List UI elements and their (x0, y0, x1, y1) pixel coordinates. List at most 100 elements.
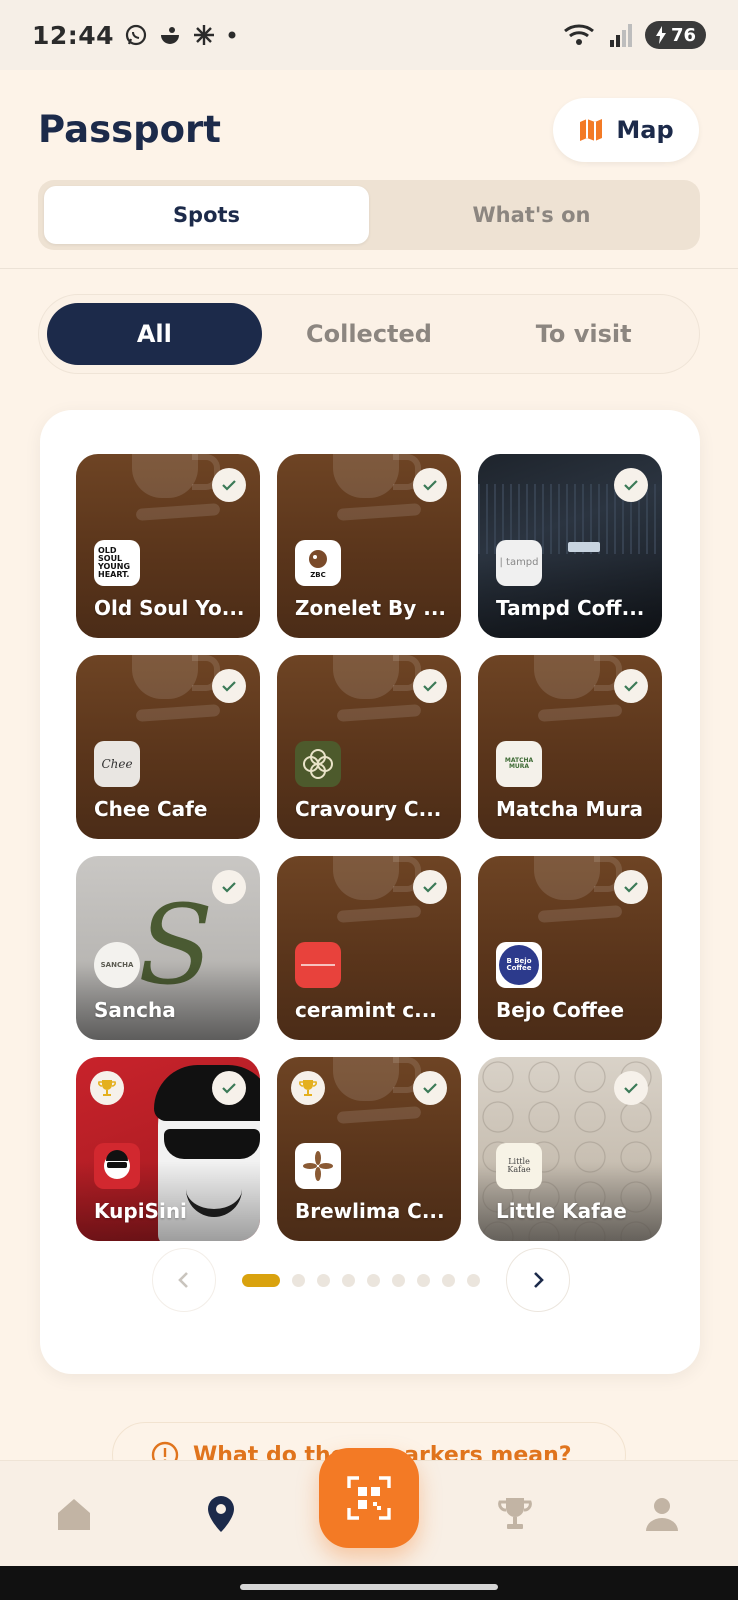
spot-tile[interactable]: OLD SOUL YOUNG HEART. Old Soul Yo... (76, 454, 260, 638)
status-time: 12:44 (32, 20, 115, 50)
spot-name: Zonelet By ... (295, 596, 447, 620)
pinwheel-icon (194, 25, 215, 45)
wifi-icon (563, 24, 594, 45)
collected-check-icon (614, 1071, 648, 1105)
spot-tile[interactable]: | tampd Tampd Coff... (478, 454, 662, 638)
chevron-right-icon (534, 1272, 544, 1288)
spots-grid: OLD SOUL YOUNG HEART. Old Soul Yo... ZBC… (76, 454, 662, 1241)
collected-check-icon (212, 669, 246, 703)
collected-check-icon (413, 1071, 447, 1105)
spot-logo (295, 1143, 341, 1189)
spot-logo: Little Kafae (496, 1143, 542, 1189)
filter-to-visit[interactable]: To visit (476, 303, 691, 365)
spot-logo (295, 942, 341, 988)
page-dot[interactable] (417, 1273, 430, 1287)
coffee-cup-pattern (534, 655, 622, 699)
page-dot[interactable] (392, 1273, 405, 1287)
pinwheel-logo-icon (303, 1151, 333, 1181)
spot-logo: | tampd (496, 540, 542, 586)
dot-icon (228, 31, 236, 39)
coffee-cup-pattern (534, 856, 622, 900)
spot-tile[interactable]: Little Kafae Little Kafae (478, 1057, 662, 1241)
filter-all[interactable]: All (47, 303, 262, 365)
coffee-cup-pattern (333, 856, 421, 900)
page-dot[interactable] (367, 1273, 380, 1287)
spot-logo: SANCHA (94, 942, 140, 988)
spot-tile[interactable]: ceramint c... (277, 856, 461, 1040)
collected-check-icon (212, 468, 246, 502)
spot-tile[interactable]: B Bejo Coffee Bejo Coffee (478, 856, 662, 1040)
coffee-cup-pattern (132, 655, 220, 699)
spot-name: Bejo Coffee (496, 998, 625, 1022)
spot-logo-text: OLD SOUL YOUNG HEART. (98, 546, 131, 579)
spot-name: Little Kafae (496, 1199, 627, 1223)
spot-filter: All Collected To visit (38, 294, 700, 374)
battery-indicator: 76 (644, 21, 706, 49)
collected-check-icon (614, 468, 648, 502)
previous-page-button[interactable] (152, 1248, 216, 1312)
squirrel-logo-icon (309, 549, 327, 568)
spot-tile[interactable]: Chee Chee Cafe (76, 655, 260, 839)
view-tabs: Spots What's on (38, 180, 700, 250)
collected-check-icon (212, 1071, 246, 1105)
home-gesture-handle[interactable] (240, 1584, 498, 1590)
map-button-label: Map (616, 116, 674, 144)
header-divider (0, 268, 738, 269)
spot-tile[interactable]: ZBC Zonelet By ... (277, 454, 461, 638)
whatsapp-icon (125, 24, 147, 46)
spot-logo (295, 741, 341, 787)
spot-name: Matcha Mura (496, 797, 644, 821)
coffee-cup-pattern (132, 454, 220, 498)
trophy-icon (291, 1071, 325, 1105)
trophy-icon (90, 1071, 124, 1105)
spot-logo: OLD SOUL YOUNG HEART. (94, 540, 140, 586)
coffee-cup-pattern (333, 1057, 421, 1101)
spot-name: KupiSini (94, 1199, 187, 1223)
filter-collected[interactable]: Collected (262, 303, 477, 365)
system-gesture-bar (0, 1566, 738, 1600)
page-dot[interactable] (317, 1273, 330, 1287)
collected-check-icon (413, 669, 447, 703)
page-dot[interactable] (292, 1273, 305, 1287)
nav-profile[interactable] (588, 1461, 735, 1567)
qr-scan-button[interactable] (319, 1448, 419, 1548)
spot-logo-text: ZBC (310, 570, 326, 579)
spot-tile[interactable]: Brewlima C... (277, 1057, 461, 1241)
coffee-cup-pattern (333, 655, 421, 699)
face-logo-icon (104, 1150, 130, 1179)
spot-name: Old Soul Yo... (94, 596, 245, 620)
signal-icon (609, 24, 632, 47)
spot-logo-text: B Bejo Coffee (506, 957, 532, 972)
home-icon (57, 1498, 90, 1530)
spot-logo (94, 1143, 140, 1189)
page-dot[interactable] (442, 1273, 455, 1287)
spot-name: ceramint c... (295, 998, 437, 1022)
spot-tile[interactable]: S SANCHA Sancha (76, 856, 260, 1040)
nav-passport[interactable] (147, 1461, 294, 1567)
spot-name: Sancha (94, 998, 176, 1022)
page-dot[interactable] (467, 1273, 480, 1287)
page-dot-active[interactable] (242, 1273, 280, 1287)
notification-icons (124, 23, 238, 47)
page-dots (242, 1273, 480, 1287)
page-dot[interactable] (342, 1273, 355, 1287)
qr-scan-icon (347, 1476, 391, 1520)
spot-tile[interactable]: MATCHA MURA Matcha Mura (478, 655, 662, 839)
page-title: Passport (38, 108, 221, 151)
next-page-button[interactable] (506, 1248, 570, 1312)
spot-logo: MATCHA MURA (496, 741, 542, 787)
spot-tile[interactable]: KupiSini (76, 1057, 260, 1241)
spot-tile[interactable]: Cravoury C... (277, 655, 461, 839)
map-button[interactable]: Map (553, 98, 699, 162)
trophy-icon (497, 1497, 532, 1529)
wordmark-logo-icon (301, 964, 335, 966)
chevron-left-icon (178, 1272, 188, 1288)
nav-home[interactable] (0, 1461, 147, 1567)
spot-logo-text: Chee (101, 757, 133, 771)
person-icon (645, 1497, 678, 1531)
nav-rewards[interactable] (441, 1461, 588, 1567)
clover-logo-icon (303, 749, 333, 779)
folded-map-icon (580, 119, 603, 141)
tab-whats-on[interactable]: What's on (369, 186, 694, 244)
tab-spots[interactable]: Spots (44, 186, 369, 244)
